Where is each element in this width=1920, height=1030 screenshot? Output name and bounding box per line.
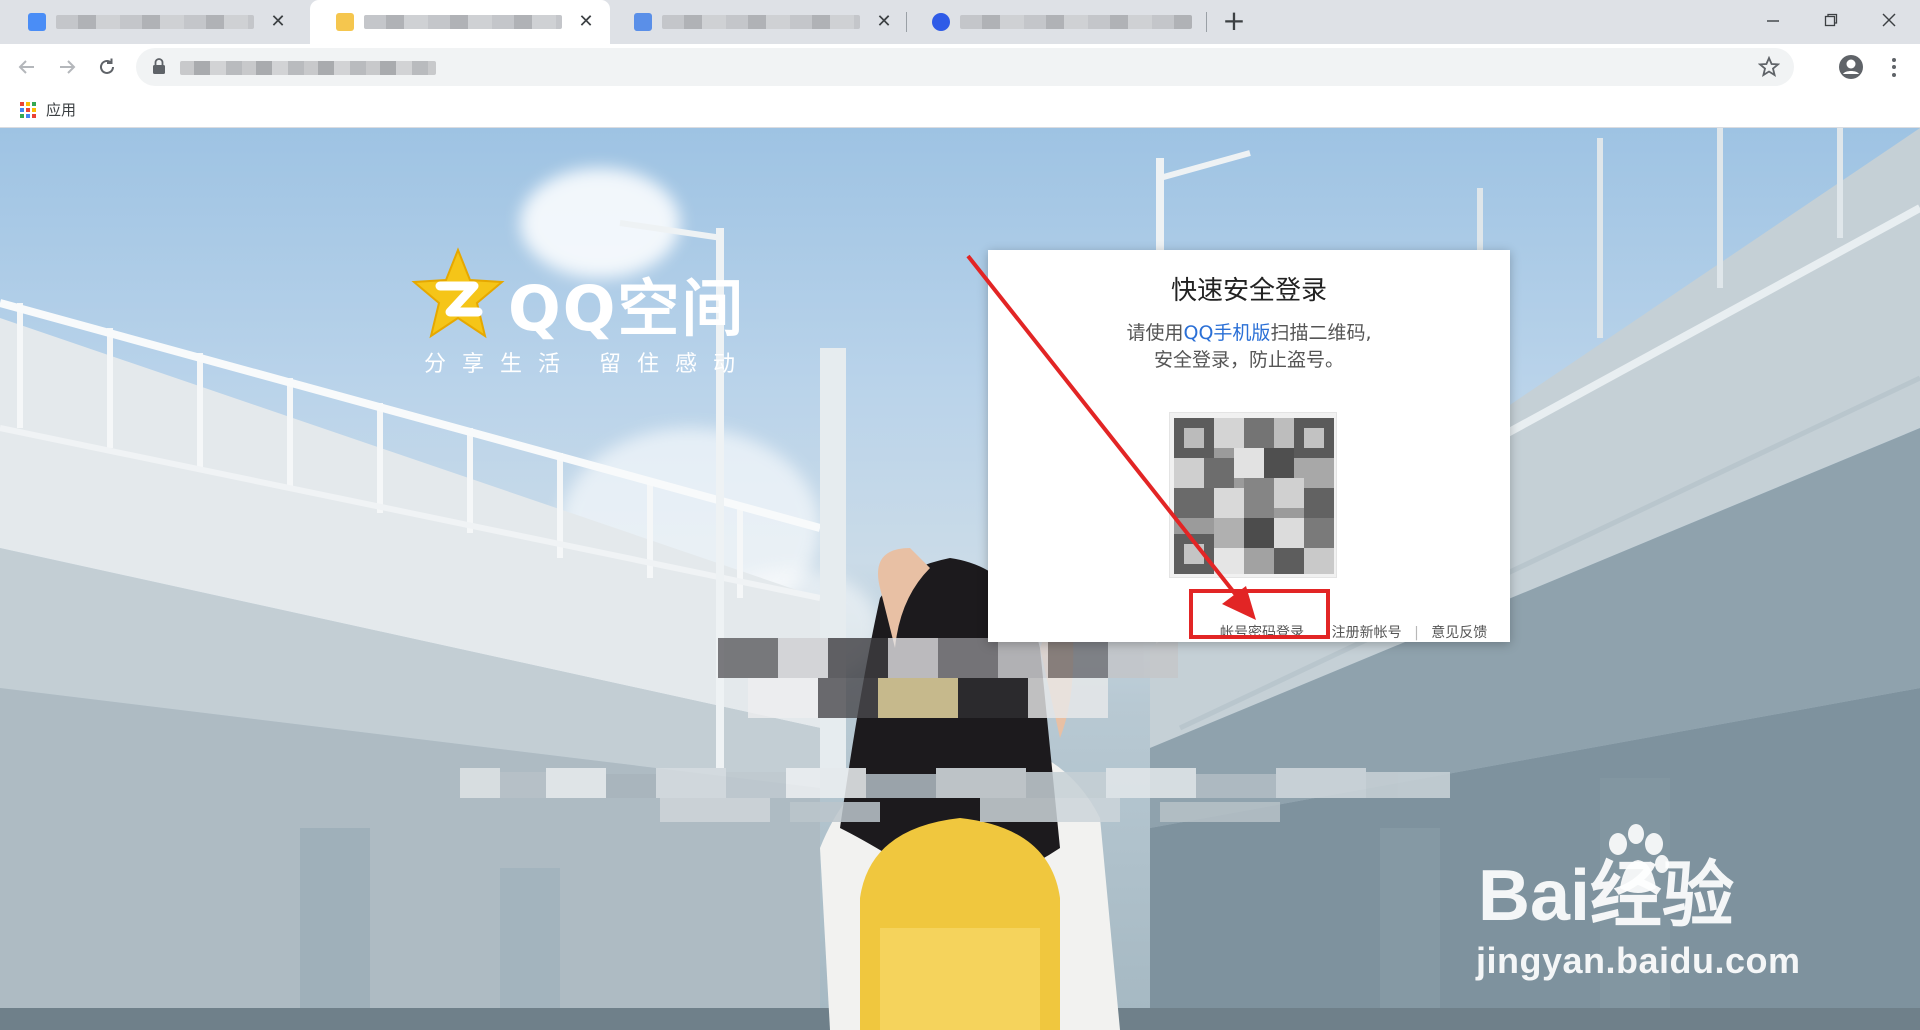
qr-code-frame (1169, 412, 1337, 578)
close-window-button[interactable] (1860, 0, 1918, 40)
redacted-footer-text (460, 768, 1450, 822)
new-tab-button[interactable]: + (1218, 6, 1250, 38)
tip-suffix: 扫描二维码, (1270, 322, 1372, 344)
link-separator: | (1414, 625, 1419, 641)
tab-favicon-icon (336, 13, 354, 31)
tab-title-redacted (960, 15, 1192, 29)
qzone-star-logo-icon (411, 247, 505, 339)
tab-favicon-icon (28, 13, 46, 31)
baidu-jingyan-url-watermark: jingyan.baidu.com (1476, 940, 1801, 981)
redacted-area (718, 638, 1178, 718)
tab-title-redacted (56, 15, 254, 29)
tab-favicon-icon (634, 13, 652, 31)
address-bar[interactable] (136, 48, 1794, 86)
login-instructions: 请使用QQ手机版扫描二维码, 安全登录，防止盗号。 (988, 320, 1510, 374)
apps-bookmark-label[interactable]: 应用 (46, 99, 76, 120)
browser-tab-4[interactable] (906, 0, 1206, 44)
close-tab-icon[interactable]: ✕ (268, 12, 288, 32)
feedback-link[interactable]: 意见反馈 (1431, 622, 1487, 642)
arrow-left-icon (18, 60, 34, 74)
restore-button[interactable] (1802, 0, 1860, 40)
qzone-logo-title: QQ空间 (508, 272, 746, 345)
bookmarks-bar: 应用 (0, 90, 1920, 128)
register-account-link[interactable]: 注册新帐号 (1332, 622, 1402, 642)
close-icon (1882, 13, 1896, 27)
tab-title-redacted (364, 15, 562, 29)
arrow-right-icon (60, 60, 76, 74)
reload-icon (100, 58, 114, 74)
minimize-icon (1767, 20, 1779, 22)
minimize-button[interactable] (1744, 0, 1802, 40)
profile-avatar-icon[interactable] (1837, 53, 1865, 81)
login-title: 快速安全登录 (1170, 276, 1327, 306)
forward-button[interactable] (52, 52, 82, 82)
qq-mobile-link[interactable]: QQ手机版 (1184, 322, 1271, 344)
browser-tab-2-active[interactable]: ✕ (310, 0, 610, 44)
tab-title-redacted (662, 15, 860, 29)
browser-tab-1[interactable]: ✕ (2, 0, 302, 44)
restore-icon (1824, 13, 1838, 27)
browser-toolbar (0, 44, 1920, 90)
tab-separator (1206, 12, 1207, 32)
browser-menu-icon[interactable] (1884, 54, 1904, 80)
apps-grid-icon[interactable] (20, 102, 36, 118)
qzone-login-page: QQ空间 分享生活 留住感动 快速安全登录 请使用QQ手机版扫描二维码, 安全登… (0, 128, 1920, 1030)
tip-prefix: 请使用 (1126, 322, 1184, 344)
lock-icon (153, 58, 165, 74)
qr-code-redacted-image (1174, 418, 1334, 574)
tip-line-2: 安全登录，防止盗号。 (1153, 349, 1344, 371)
back-button[interactable] (12, 52, 42, 82)
close-tab-icon[interactable]: ✕ (874, 12, 894, 32)
baidu-jingyan-watermark: Bai经验 (1478, 856, 1735, 936)
bookmark-star-icon[interactable] (1758, 56, 1780, 78)
close-tab-icon[interactable]: ✕ (576, 12, 596, 32)
url-redacted (180, 61, 436, 75)
annotation-highlight-box (1189, 589, 1330, 639)
tab-strip: ✕ ✕ ✕ + (0, 0, 1920, 44)
qzone-slogan: 分享生活 留住感动 (424, 352, 751, 377)
tab-favicon-paw-icon (932, 13, 950, 31)
browser-tab-3[interactable]: ✕ (608, 0, 908, 44)
login-panel: 快速安全登录 请使用QQ手机版扫描二维码, 安全登录，防止盗号。 帐号密码登录 … (988, 250, 1510, 642)
reload-button[interactable] (92, 52, 122, 82)
